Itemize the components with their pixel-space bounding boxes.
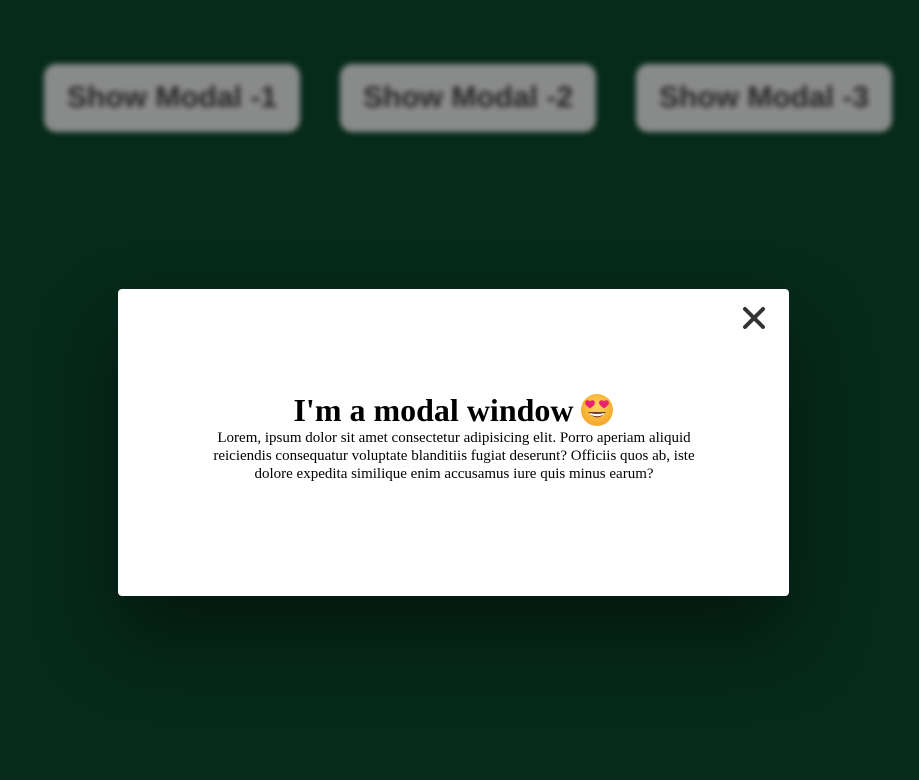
close-icon bbox=[743, 307, 765, 329]
modal-body-text: Lorem, ipsum dolor sit amet consectetur … bbox=[213, 430, 695, 482]
modal-window: I'm a modal window Lorem, ipsum dolor si… bbox=[118, 289, 789, 596]
modal-title-text: I'm a modal window bbox=[293, 392, 574, 428]
close-button[interactable] bbox=[739, 303, 769, 333]
